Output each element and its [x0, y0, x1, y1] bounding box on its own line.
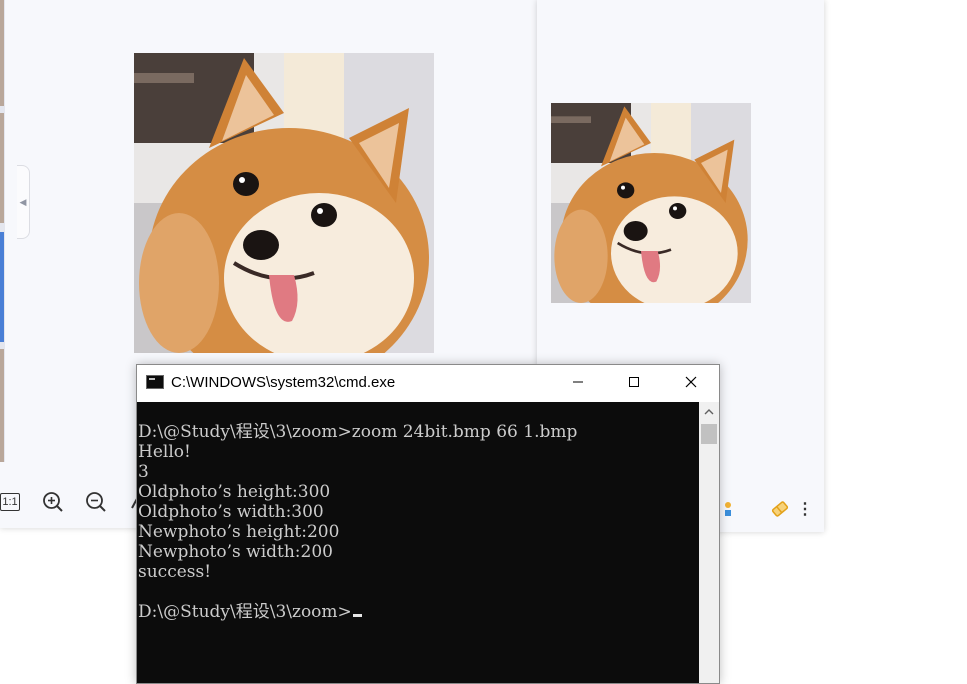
- maximize-icon: [629, 377, 639, 387]
- actual-size-label: 1:1: [2, 496, 18, 508]
- minimize-button[interactable]: [555, 365, 601, 399]
- zoom-out-icon: [86, 492, 106, 512]
- eraser-icon: [771, 501, 789, 517]
- prompt-text: D:\@Study\程设\3\zoom>: [138, 602, 352, 622]
- filmstrip-thumbnail[interactable]: [0, 349, 4, 462]
- cmd-icon: [146, 375, 164, 389]
- vertical-scrollbar[interactable]: [699, 402, 719, 683]
- minimize-icon: [573, 381, 583, 383]
- eraser-button[interactable]: [770, 499, 790, 519]
- close-button[interactable]: [668, 365, 714, 399]
- more-options-icon: ⋮: [797, 501, 813, 518]
- prompt-line[interactable]: D:\@Study\程设\3\zoom>: [138, 602, 577, 622]
- console-line: Newphoto’s width:200: [138, 542, 333, 562]
- console-line: Newphoto’s height:200: [138, 522, 340, 542]
- actual-size-button[interactable]: 1:1: [0, 493, 20, 511]
- original-photo: [134, 53, 434, 353]
- scroll-up-button[interactable]: [699, 402, 719, 422]
- cmd-window[interactable]: C:\WINDOWS\system32\cmd.exe D:\@Study\程设…: [136, 364, 720, 684]
- console-line: Oldphoto’s height:300: [138, 482, 331, 502]
- more-options-button[interactable]: ⋮: [797, 500, 813, 518]
- scroll-thumb[interactable]: [701, 424, 717, 444]
- apps-button[interactable]: [719, 500, 733, 518]
- zoom-out-button[interactable]: [85, 491, 107, 513]
- zoom-in-icon: [43, 492, 63, 512]
- console-line: Oldphoto’s width:300: [138, 502, 324, 522]
- filmstrip-thumbnail-selected[interactable]: [0, 232, 4, 342]
- close-icon: [685, 376, 697, 388]
- zoom-in-button[interactable]: [42, 491, 64, 513]
- filmstrip-thumbnail[interactable]: [0, 0, 4, 106]
- apps-icon: [725, 502, 731, 516]
- filmstrip-thumbnail[interactable]: [0, 113, 4, 223]
- console-output[interactable]: D:\@Study\程设\3\zoom>zoom 24bit.bmp 66 1.…: [137, 402, 699, 683]
- chevron-up-icon: [704, 409, 714, 415]
- filmstrip[interactable]: [0, 0, 5, 462]
- chevron-left-icon: ◀: [19, 196, 27, 207]
- console-line: 3: [138, 462, 149, 482]
- window-title: C:\WINDOWS\system32\cmd.exe: [171, 374, 396, 391]
- text-cursor: [352, 614, 362, 617]
- console-line: Hello!: [138, 442, 191, 462]
- maximize-button[interactable]: [611, 365, 657, 399]
- zoomed-photo: [551, 103, 751, 303]
- console-line: success!: [138, 562, 212, 582]
- console-line: D:\@Study\程设\3\zoom>zoom 24bit.bmp 66 1.…: [138, 422, 578, 442]
- cmd-titlebar[interactable]: C:\WINDOWS\system32\cmd.exe: [137, 365, 719, 401]
- filmstrip-collapse-button[interactable]: ◀: [17, 165, 30, 239]
